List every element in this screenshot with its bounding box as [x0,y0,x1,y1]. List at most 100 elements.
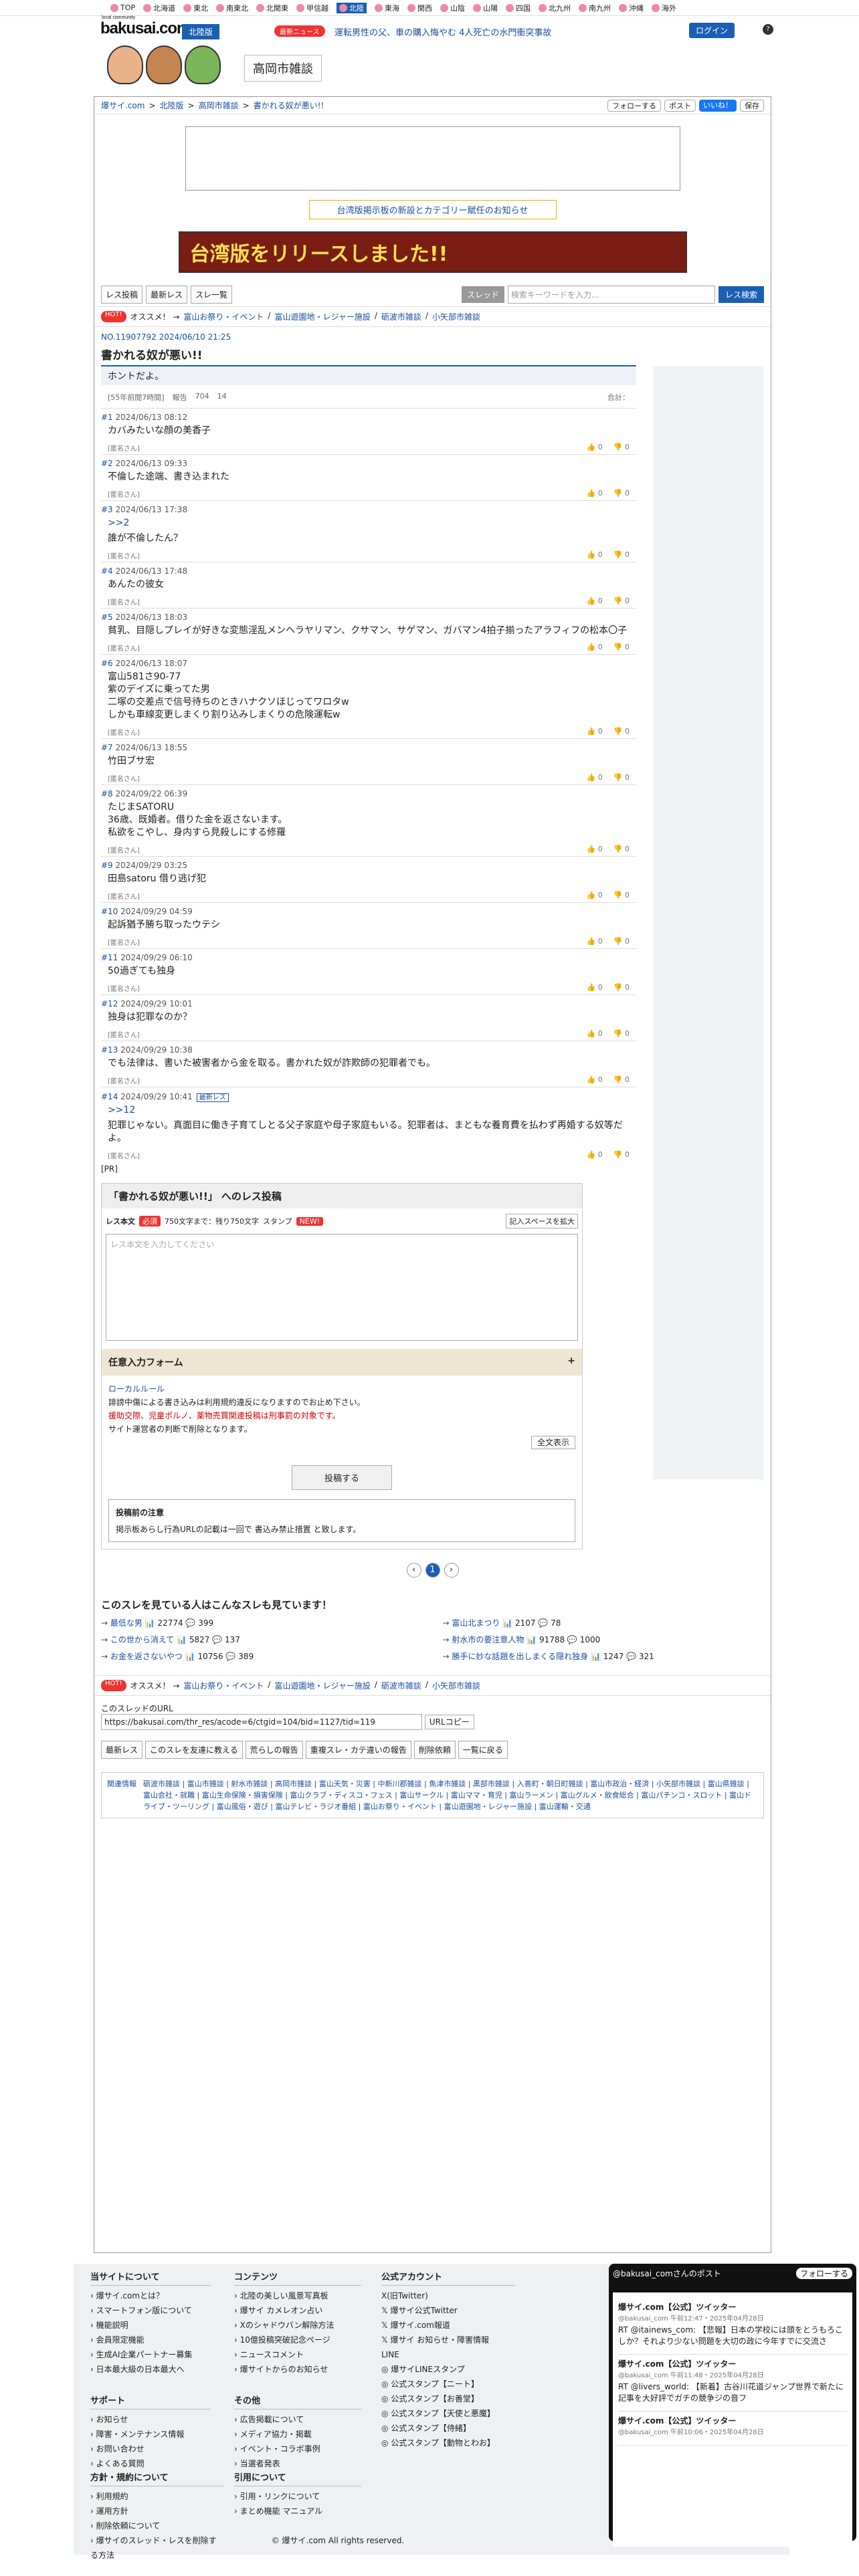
thumbs-down-icon[interactable]: 👎 0 [613,1150,630,1160]
response-number[interactable]: #7 [101,743,113,752]
also-viewed-item[interactable]: → 射水市の要注意人物 📊 91788 💬 1000 [443,1634,765,1645]
topnav-item[interactable]: 山陽 [473,3,498,13]
reply-anchor-link[interactable]: >>12 [101,1101,636,1117]
x-follow-button[interactable]: フォローする [795,2268,852,2279]
topnav-item[interactable]: 南九州 [579,3,611,13]
submit-button[interactable]: 投稿する [292,1465,392,1490]
bottom-action-button[interactable]: このスレを友達に教える [145,1741,243,1759]
recommend-link[interactable]: 砺波市雑談 [381,1680,421,1691]
thumbs-up-icon[interactable]: 👍 0 [587,891,603,901]
recommend-link[interactable]: 小矢部市雑談 [432,1680,480,1691]
footer-link[interactable]: 𝕏 爆サイ.com報道 [381,2318,515,2333]
thumbs-down-icon[interactable]: 👎 0 [613,845,630,855]
recommend-link[interactable]: 富山遊園地・レジャー施設 [274,1680,370,1691]
footer-link[interactable]: › 生成AI企業パートナー募集 [90,2347,211,2362]
topnav-item[interactable]: 北関東 [256,3,288,13]
news-headline-link[interactable]: 運転男性の父、車の購入悔やむ 4人死亡の水門衝突事故 [335,25,551,38]
footer-link[interactable]: ◎ 公式スタンプ【ニート】 [381,2377,515,2391]
full-text-button[interactable]: 全文表示 [531,1436,575,1449]
thumbs-down-icon[interactable]: 👎 0 [613,727,630,737]
thumbs-up-icon[interactable]: 👍 0 [587,937,603,947]
response-number[interactable]: #8 [101,789,113,798]
thumbs-up-icon[interactable]: 👍 0 [587,643,603,653]
optional-fields-toggle[interactable]: 任意入力フォーム + [102,1349,582,1376]
thumbs-up-icon[interactable]: 👍 0 [587,845,603,855]
topnav-item[interactable]: 東海 [375,3,399,13]
footer-link[interactable]: › 機能説明 [90,2318,211,2333]
footer-link[interactable]: › 日本最大級の日本最大へ [90,2362,211,2377]
thread-url-field[interactable]: https://bakusai.com/thr_res/acode=6/ctgi… [101,1714,422,1730]
also-viewed-link[interactable]: → 富山北まつり [443,1618,500,1628]
response-number[interactable]: #2 [101,459,113,468]
footer-link[interactable]: › 10億投稿突破記念ページ [234,2333,361,2347]
thumbs-down-icon[interactable]: 👎 0 [613,597,630,607]
also-viewed-link[interactable]: → 勝手に妙な話題を出しまくる隠れ独身 [443,1652,589,1661]
thumbs-down-icon[interactable]: 👎 0 [613,773,630,783]
footer-link[interactable]: › 爆サイ.comとは？ [90,2288,211,2303]
thumbs-up-icon[interactable]: 👍 0 [587,443,603,453]
recommend-link[interactable]: 小矢部市雑談 [432,311,480,322]
also-viewed-link[interactable]: → 射水市の要注意人物 [443,1635,524,1644]
bbs-name-label[interactable]: 高岡市雑談 [244,55,322,82]
x-post[interactable]: 爆サイ.com【公式】ツイッター @bakusai_com 午前11:48・202… [618,2355,847,2411]
current-page[interactable]: 1 [425,1563,440,1578]
thumbs-down-icon[interactable]: 👎 0 [613,937,630,947]
ad-slot[interactable] [185,126,680,191]
thumbs-up-icon[interactable]: 👍 0 [587,1075,603,1085]
footer-link[interactable]: › お問い合わせ [90,2442,211,2456]
help-icon[interactable]: ? [763,24,773,35]
region-badge[interactable]: 北陸版 [182,24,220,39]
thumbs-down-icon[interactable]: 👎 0 [613,1075,630,1085]
footer-link[interactable]: › 削除依頼について [90,2518,224,2533]
recommend-link[interactable]: 富山遊園地・レジャー施設 [274,311,370,322]
footer-link[interactable]: › 利用規約 [90,2489,224,2504]
report-link[interactable]: 報告 [173,392,187,403]
footer-link[interactable]: ◎ 公式スタンプ【侍緒】 [381,2421,515,2436]
response-number[interactable]: #14 [101,1092,118,1101]
thumbs-up-icon[interactable]: 👍 0 [587,489,603,499]
breadcrumb-item[interactable]: 高岡市雑談 [199,100,239,111]
footer-link[interactable]: ◎ 爆サイLINEスタンプ [381,2362,515,2377]
search-button[interactable]: レス検索 [718,286,764,303]
facebook-like-button[interactable]: いいね！ [699,99,737,112]
bottom-action-button[interactable]: 荒らしの報告 [245,1741,303,1759]
also-viewed-item[interactable]: → 最低な男 📊 22774 💬 399 [101,1617,423,1628]
footer-link[interactable]: › 会員限定機能 [90,2333,211,2347]
also-viewed-link[interactable]: → 最低な男 [101,1618,142,1628]
stamp-button[interactable]: スタンプ [263,1216,292,1226]
response-number[interactable]: #10 [101,907,118,916]
topnav-item[interactable]: 山陰 [440,3,465,13]
topnav-item[interactable]: 四国 [506,3,531,13]
footer-link[interactable]: ◎ 公式スタンプ【お善堂】 [381,2391,515,2406]
search-input[interactable]: 検索キーワードを入力... [507,285,715,304]
url-copy-button[interactable]: URLコピー [424,1715,474,1729]
x-post[interactable]: 爆サイ.com【公式】ツイッター @bakusai_com 午前12:47・202… [618,2298,847,2355]
response-number[interactable]: #3 [101,505,113,514]
also-viewed-item[interactable]: → 勝手に妙な話題を出しまくる隠れ独身 📊 1247 💬 321 [443,1650,765,1662]
expand-textarea-button[interactable]: 記入スペースを拡大 [506,1214,578,1228]
topnav-item[interactable]: 関西 [407,3,432,13]
footer-link[interactable]: 𝕏 爆サイ公式Twitter [381,2303,515,2318]
x-posts[interactable]: 爆サイ.com【公式】ツイッター @bakusai_com 午前12:47・202… [613,2292,852,2547]
x-post-button[interactable]: ポスト [664,99,696,112]
footer-link[interactable]: › 広告掲載について [234,2412,361,2427]
bottom-action-button[interactable]: 重複スレ・カテ違いの報告 [305,1741,411,1759]
bottom-action-button[interactable]: 一覧に戻る [458,1741,508,1759]
save-button[interactable]: 保存 [740,99,764,112]
thumbs-up-icon[interactable]: 👍 0 [587,983,603,993]
thumbs-down-icon[interactable]: 👎 0 [613,489,630,499]
footer-link[interactable]: › 爆サイ カメレオン占い [234,2303,361,2318]
response-number[interactable]: #12 [101,999,118,1008]
footer-link[interactable]: › 爆サイトからのお知らせ [234,2362,361,2377]
thread-list-button[interactable]: スレ一覧 [191,285,233,304]
footer-link[interactable]: › お知らせ [90,2412,211,2427]
reply-textarea[interactable]: レス本文を入力してください [106,1234,578,1341]
promo-banner[interactable]: 台湾版をリリースしました!! [178,231,687,273]
thumbs-up-icon[interactable]: 👍 0 [587,727,603,737]
footer-link[interactable]: › 当選者発表 [234,2456,361,2471]
footer-link[interactable]: › スマートフォン版について [90,2303,211,2318]
footer-link[interactable]: › Xのシャドウバン解除方法 [234,2318,361,2333]
thumbs-up-icon[interactable]: 👍 0 [587,1150,603,1160]
topnav-item[interactable]: 海外 [652,3,676,13]
footer-link[interactable]: › よくある質問 [90,2456,211,2471]
